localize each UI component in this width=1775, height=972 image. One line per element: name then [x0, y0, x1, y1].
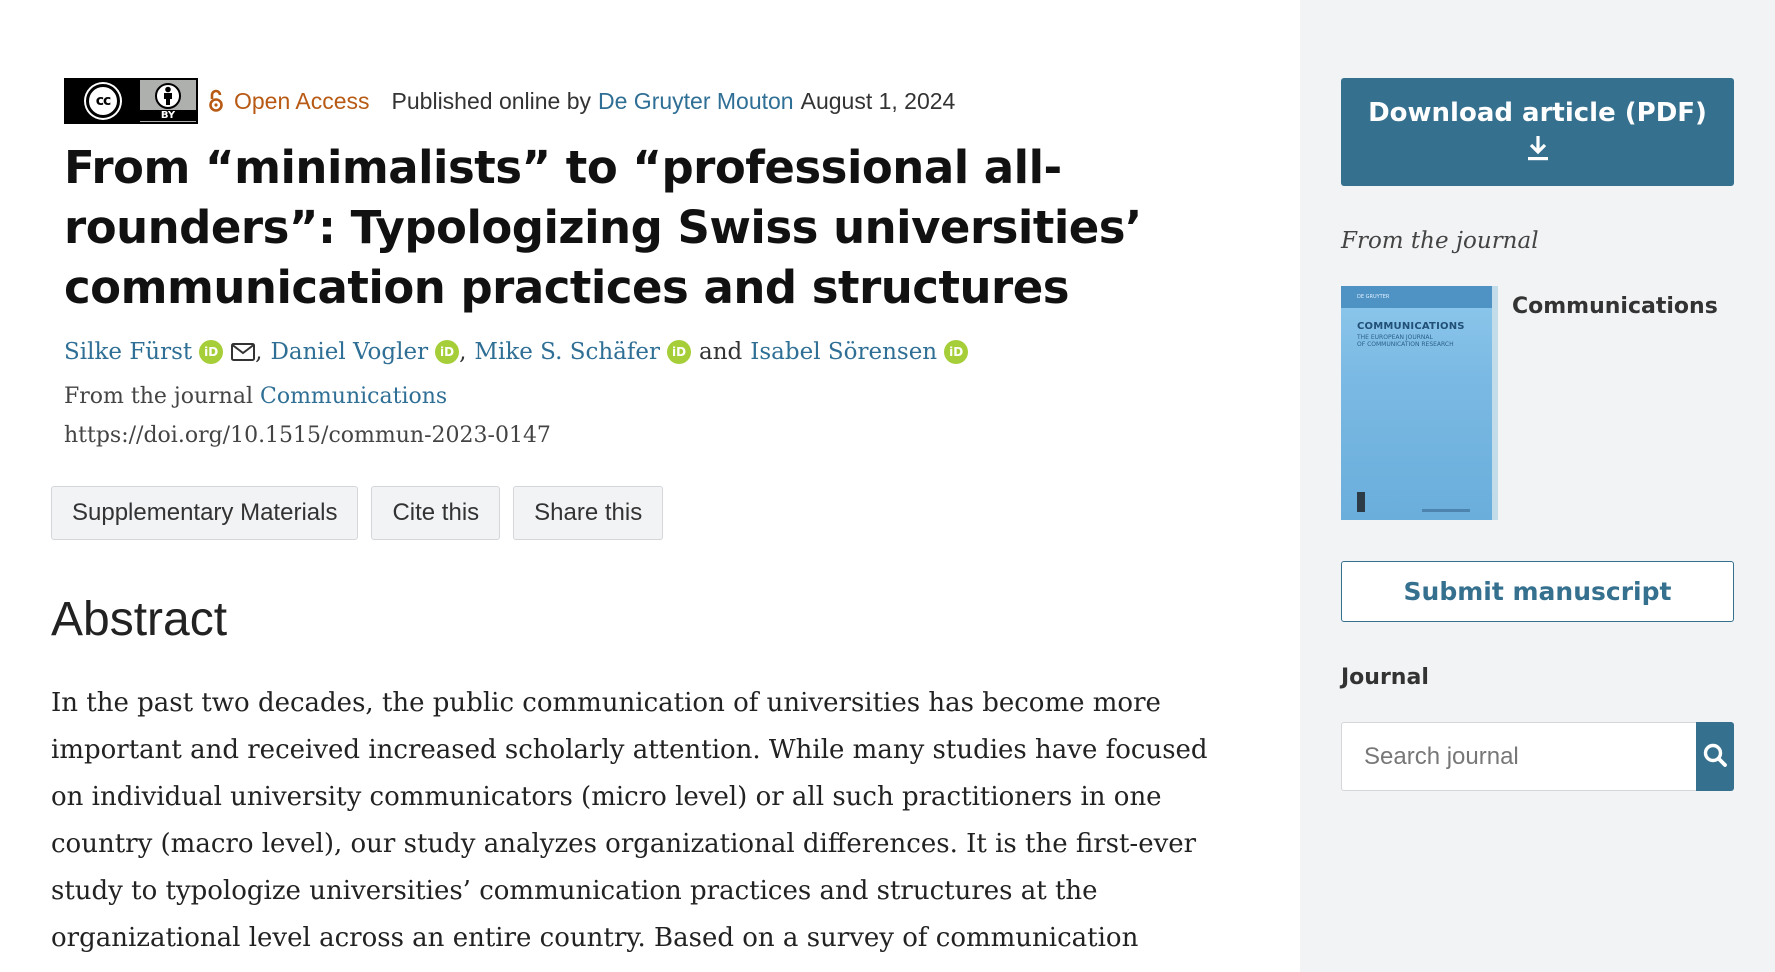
- publication-date: August 1, 2024: [800, 87, 956, 114]
- published-online-prefix: Published online by: [391, 87, 592, 114]
- orcid-icon[interactable]: iD: [199, 340, 224, 364]
- author-separator: ,: [459, 339, 467, 365]
- download-pdf-button[interactable]: Download article (PDF): [1341, 78, 1734, 186]
- from-journal-prefix: From the journal: [64, 384, 253, 409]
- by-label: BY: [140, 110, 196, 121]
- author-and: and: [699, 339, 743, 365]
- open-access-icon: [208, 88, 226, 114]
- main-content: cc BY Open Access Published online by De…: [0, 0, 1300, 972]
- doi-link[interactable]: https://doi.org/10.1515/commun-2023-0147: [64, 423, 551, 448]
- orcid-icon[interactable]: iD: [944, 340, 969, 364]
- author-link[interactable]: Silke Fürst: [64, 339, 192, 365]
- submit-manuscript-button[interactable]: Submit manuscript: [1341, 561, 1734, 622]
- cover-publisher: DE GRUYTER: [1357, 294, 1390, 300]
- article-actions: Supplementary Materials Cite this Share …: [51, 486, 664, 540]
- publisher-link[interactable]: De Gruyter Mouton: [598, 88, 794, 115]
- author-link[interactable]: Mike S. Schäfer: [474, 339, 660, 365]
- supplementary-materials-button[interactable]: Supplementary Materials: [51, 486, 359, 540]
- search-icon: [1702, 742, 1728, 772]
- cover-subtitle-line1: THE EUROPEAN JOURNAL: [1357, 334, 1433, 341]
- article-title: From “minimalists” to “professional all-…: [64, 141, 1142, 314]
- orcid-icon[interactable]: iD: [667, 340, 692, 364]
- publisher-logo-icon: [1357, 492, 1365, 512]
- cover-subtitle-line2: OF COMMUNICATION RESEARCH: [1357, 341, 1454, 348]
- author-link[interactable]: Isabel Sörensen: [750, 339, 937, 365]
- cc-by-license-badge[interactable]: cc BY: [64, 78, 198, 124]
- orcid-icon[interactable]: iD: [435, 340, 460, 364]
- download-pdf-label: Download article (PDF): [1368, 98, 1707, 128]
- sidebar-journal-name[interactable]: Communications: [1512, 294, 1718, 319]
- from-journal-heading: From the journal: [1341, 228, 1539, 254]
- abstract-text: In the past two decades, the public comm…: [51, 688, 1208, 953]
- open-access-label: Open Access: [234, 87, 370, 114]
- cover-footer-line: [1422, 509, 1470, 512]
- abstract-heading: Abstract: [51, 593, 228, 646]
- mail-icon[interactable]: [231, 343, 256, 361]
- author-link[interactable]: Daniel Vogler: [270, 339, 428, 365]
- share-this-button[interactable]: Share this: [513, 486, 664, 540]
- journal-search-label: Journal: [1341, 665, 1429, 690]
- from-journal-line: From the journal Communications: [64, 384, 447, 409]
- journal-cover-image[interactable]: DE GRUYTER COMMUNICATIONS THE EUROPEAN J…: [1341, 286, 1498, 520]
- journal-link[interactable]: Communications: [260, 384, 447, 409]
- search-journal-input[interactable]: [1341, 722, 1696, 791]
- journal-search: [1341, 722, 1734, 791]
- download-icon: [1526, 134, 1550, 166]
- cover-title: COMMUNICATIONS: [1357, 321, 1465, 332]
- search-button[interactable]: [1696, 722, 1734, 791]
- author-list: Silke Fürst iD , Daniel Vogler iD , Mike…: [64, 334, 969, 370]
- cc-icon: cc: [86, 84, 120, 118]
- attribution-icon: [155, 83, 181, 109]
- author-separator: ,: [255, 339, 263, 365]
- cite-this-button[interactable]: Cite this: [371, 486, 501, 540]
- article-meta: cc BY Open Access Published online by De…: [64, 78, 955, 124]
